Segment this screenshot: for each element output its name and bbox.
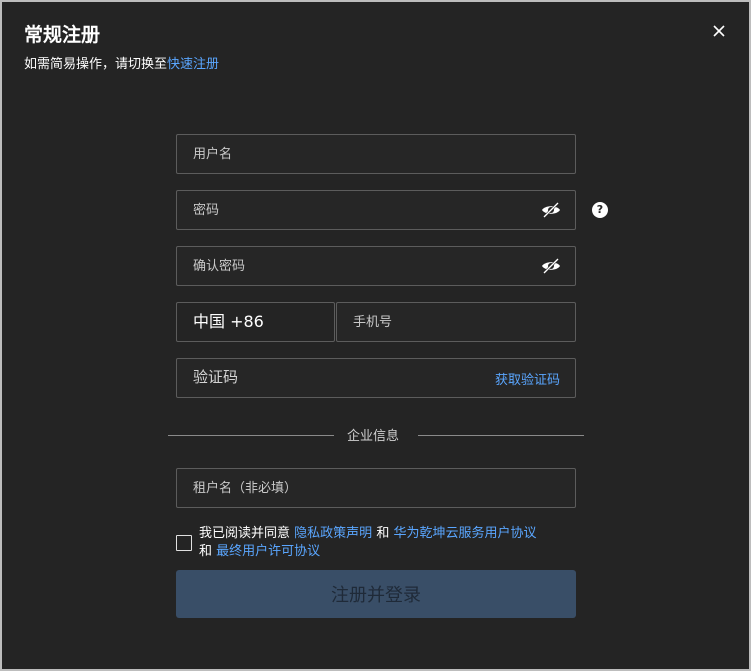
service-agreement-link[interactable]: 华为乾坤云服务用户协议: [393, 526, 536, 541]
help-icon[interactable]: ?: [592, 202, 608, 218]
agreement-checkbox[interactable]: [176, 535, 192, 551]
tenant-input[interactable]: [177, 469, 575, 507]
dialog-subtitle: 如需简易操作，请切换至快速注册: [24, 53, 219, 72]
eula-link[interactable]: 最终用户许可协议: [216, 544, 320, 559]
subtitle-text: 如需简易操作，请切换至: [24, 57, 168, 72]
country-code-select[interactable]: 中国 +86: [176, 302, 335, 342]
username-input[interactable]: [177, 135, 575, 173]
verification-code-field: 获取验证码: [176, 358, 576, 398]
divider-right: [418, 435, 584, 436]
agreement-prefix: 我已阅读并同意: [199, 526, 291, 541]
phone-field: [336, 302, 576, 342]
get-code-button[interactable]: 获取验证码: [495, 369, 560, 388]
password-field: [176, 190, 576, 230]
tenant-field: [176, 468, 576, 508]
eye-off-icon[interactable]: [541, 202, 561, 218]
register-login-button[interactable]: 注册并登录: [176, 570, 576, 618]
divider-left: [168, 435, 334, 436]
username-field: [176, 134, 576, 174]
privacy-policy-link[interactable]: 隐私政策声明: [294, 526, 372, 541]
enterprise-section-label: 企业信息: [347, 429, 400, 444]
close-icon[interactable]: [710, 22, 728, 40]
agreement-and: 和: [199, 544, 213, 559]
confirm-password-field: [176, 246, 576, 286]
agreement-text: 我已阅读并同意 隐私政策声明 和 华为乾坤云服务用户协议 和 最终用户许可协议: [199, 525, 599, 561]
password-input[interactable]: [177, 191, 575, 229]
quick-register-link[interactable]: 快速注册: [167, 57, 219, 72]
dialog-title: 常规注册: [24, 24, 101, 46]
phone-input[interactable]: [337, 303, 575, 341]
eye-off-icon[interactable]: [541, 258, 561, 274]
agreement-and: 和: [376, 526, 390, 541]
confirm-password-input[interactable]: [177, 247, 575, 285]
register-dialog: 常规注册 如需简易操作，请切换至快速注册 ?: [0, 0, 751, 671]
